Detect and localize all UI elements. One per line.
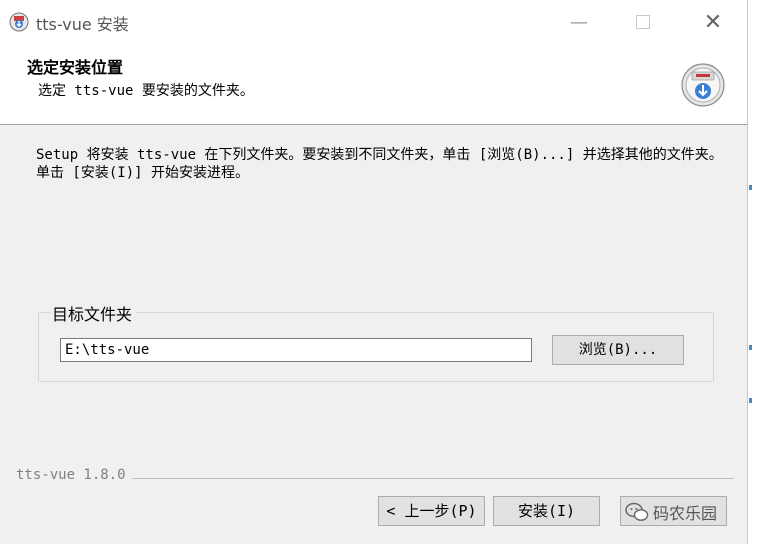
maximize-button[interactable]	[620, 0, 666, 44]
title-bar[interactable]: tts-vue 安装 — ✕	[0, 0, 747, 44]
window-title: tts-vue 安装	[36, 15, 129, 34]
install-disk-icon	[681, 63, 725, 107]
destination-folder-label: 目标文件夹	[50, 301, 137, 325]
page-header: 选定安装位置 选定 tts-vue 要安装的文件夹。	[0, 44, 747, 125]
edge-marker	[749, 185, 752, 190]
destination-path-input[interactable]	[60, 338, 532, 362]
close-icon: ✕	[703, 9, 723, 35]
maximize-icon	[636, 15, 650, 29]
install-button[interactable]: 安装(I)	[493, 496, 600, 526]
wechat-icon	[625, 502, 649, 521]
watermark-text: 码农乐园	[653, 504, 718, 523]
page-subtitle: 选定 tts-vue 要安装的文件夹。	[38, 83, 254, 99]
edge-marker	[749, 398, 752, 403]
installer-branding: tts-vue 1.8.0	[16, 467, 132, 483]
page-title: 选定安装位置	[27, 58, 124, 77]
minimize-button[interactable]: —	[556, 0, 602, 44]
installer-app-icon	[9, 12, 29, 32]
setup-description: Setup 将安装 tts-vue 在下列文件夹。要安装到不同文件夹，单击 [浏…	[36, 147, 723, 181]
browse-button[interactable]: 浏览(B)...	[552, 335, 684, 365]
back-button[interactable]: < 上一步(P)	[378, 496, 485, 526]
watermark: 码农乐园	[625, 500, 717, 524]
edge-marker	[749, 345, 752, 350]
installer-window: tts-vue 安装 — ✕ 选定安装位置 选定 tts-vue 要安装的文件夹…	[0, 0, 748, 544]
minimize-icon: —	[570, 11, 588, 33]
close-button[interactable]: ✕	[690, 0, 736, 44]
